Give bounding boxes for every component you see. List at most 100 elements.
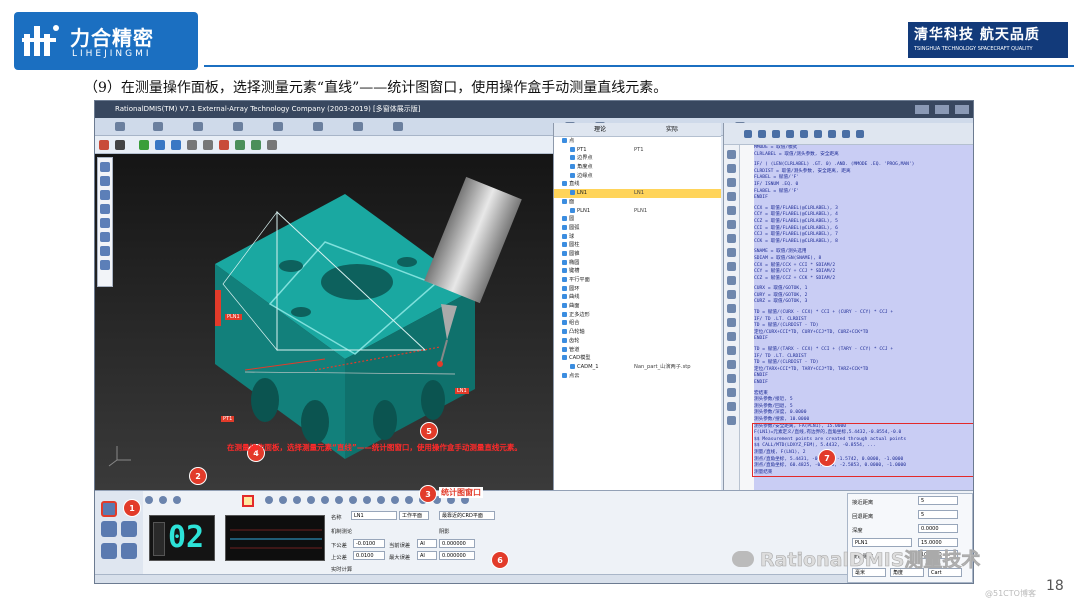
code-tool-icon-7[interactable] xyxy=(727,234,736,243)
home-tab-icon[interactable] xyxy=(115,122,125,131)
section-icon[interactable] xyxy=(203,140,213,150)
tree-row[interactable]: 角度点 xyxy=(554,163,721,172)
realtime-calc-checkbox[interactable]: 实时计算 xyxy=(331,565,352,573)
record-icon[interactable] xyxy=(219,140,229,150)
tree-row[interactable]: 管道 xyxy=(554,346,721,355)
cone-icon[interactable] xyxy=(335,496,343,504)
tree-row[interactable]: 键槽 xyxy=(554,267,721,276)
comment-icon[interactable] xyxy=(842,130,850,138)
step-icon[interactable] xyxy=(786,130,794,138)
tree-row[interactable]: 曲线 xyxy=(554,293,721,302)
shape-tab-icon[interactable] xyxy=(273,122,283,131)
plane-icon[interactable] xyxy=(265,496,273,504)
line-feature-button[interactable] xyxy=(242,495,254,507)
arc-icon[interactable] xyxy=(293,496,301,504)
minimize-button[interactable] xyxy=(915,105,929,114)
tree-row[interactable]: 边界点 xyxy=(554,154,721,163)
probe-tab-icon[interactable] xyxy=(233,122,243,131)
tree-row[interactable]: PT1 PT1 xyxy=(554,146,721,155)
tool-tab-icon[interactable] xyxy=(313,122,323,131)
tree-row[interactable]: LN1 LN1 xyxy=(554,189,721,198)
cad-viewport[interactable]: PLN1 PT1 LN1 4 5 xyxy=(95,154,553,490)
tree-row[interactable]: 圆柱 xyxy=(554,241,721,250)
tree-row[interactable]: CADM_1 Nan_part_山演两子.stp xyxy=(554,363,721,372)
format-icon[interactable] xyxy=(856,130,864,138)
code-tool-icon-16[interactable] xyxy=(727,360,736,369)
tree-row[interactable]: 直线 xyxy=(554,180,721,189)
tree-row[interactable]: 点 xyxy=(554,137,721,146)
probe-icon-4[interactable] xyxy=(100,204,110,214)
code-tool-icon-13[interactable] xyxy=(727,318,736,327)
code-tool-icon-10[interactable] xyxy=(727,276,736,285)
probe-icon-7[interactable] xyxy=(100,246,110,256)
find-icon[interactable] xyxy=(814,130,822,138)
tree-row[interactable]: 正多边形 xyxy=(554,311,721,320)
measure-mode-icon[interactable] xyxy=(101,501,117,517)
tree-row[interactable]: 圆弧 xyxy=(554,224,721,233)
tree-row[interactable]: 点云 xyxy=(554,372,721,381)
ellipse-icon[interactable] xyxy=(349,496,357,504)
code-tool-icon-8[interactable] xyxy=(727,248,736,257)
curve-icon[interactable] xyxy=(391,496,399,504)
probe-icon-8[interactable] xyxy=(100,260,110,270)
probe-icon-2[interactable] xyxy=(100,176,110,186)
point-icon[interactable] xyxy=(145,496,153,504)
upper-tol-input[interactable]: 0.0100 xyxy=(353,551,385,560)
home-view-icon[interactable] xyxy=(99,140,109,150)
code-tool-icon-11[interactable] xyxy=(727,290,736,299)
fit-icon[interactable] xyxy=(187,140,197,150)
tree-row[interactable]: 齿轮 xyxy=(554,337,721,346)
rotate-icon[interactable] xyxy=(139,140,149,150)
tree-row[interactable]: 组合 xyxy=(554,319,721,328)
code-tool-icon-19[interactable] xyxy=(727,402,736,411)
tree-row[interactable]: CAD模型 xyxy=(554,354,721,363)
slot-icon[interactable] xyxy=(363,496,371,504)
probe-icon-3[interactable] xyxy=(100,190,110,200)
table-tab-icon[interactable] xyxy=(193,122,203,131)
construct-icon[interactable] xyxy=(121,521,137,537)
file-tab-icon[interactable] xyxy=(153,122,163,131)
tree-row[interactable]: 平行平面 xyxy=(554,276,721,285)
stop-icon[interactable] xyxy=(800,130,808,138)
axis-icon[interactable] xyxy=(101,543,117,559)
tree-row[interactable]: 凸轮轴 xyxy=(554,328,721,337)
name-input[interactable]: LN1 xyxy=(351,511,397,520)
lower-tol-input[interactable]: -0.0100 xyxy=(353,539,385,548)
approach-input[interactable]: 5 xyxy=(918,496,958,505)
probe-icon-1[interactable] xyxy=(100,162,110,172)
surface-icon[interactable] xyxy=(405,496,413,504)
run-icon[interactable] xyxy=(772,130,780,138)
circle-icon[interactable] xyxy=(279,496,287,504)
code-tool-icon-2[interactable] xyxy=(727,164,736,173)
tree-row[interactable]: 曲面 xyxy=(554,302,721,311)
code-tool-icon-17[interactable] xyxy=(727,374,736,383)
tree-row[interactable]: 圆环 xyxy=(554,285,721,294)
grid-icon[interactable] xyxy=(235,140,245,150)
code-tool-icon-6[interactable] xyxy=(727,220,736,229)
zoom-icon[interactable] xyxy=(155,140,165,150)
close-button[interactable] xyxy=(955,105,969,114)
robot-icon[interactable] xyxy=(121,543,137,559)
save-icon[interactable] xyxy=(744,130,752,138)
tree-row[interactable]: 圆 xyxy=(554,215,721,224)
open-icon[interactable] xyxy=(758,130,766,138)
code-tool-icon-1[interactable] xyxy=(727,150,736,159)
settings-icon[interactable] xyxy=(267,140,277,150)
replace-icon[interactable] xyxy=(828,130,836,138)
torus-icon[interactable] xyxy=(377,496,385,504)
probe-select-icon[interactable] xyxy=(101,521,117,537)
snap-icon[interactable] xyxy=(251,140,261,150)
cursor-icon[interactable] xyxy=(115,140,125,150)
view-tab-icon[interactable] xyxy=(353,122,363,131)
code-tool-icon-14[interactable] xyxy=(727,332,736,341)
code-tool-icon-5[interactable] xyxy=(727,206,736,215)
edge-point-icon[interactable] xyxy=(159,496,167,504)
workplane-button[interactable]: 工作平面 xyxy=(399,511,429,520)
tree-row[interactable]: 面 xyxy=(554,198,721,207)
pan-icon[interactable] xyxy=(171,140,181,150)
angle-point-icon[interactable] xyxy=(173,496,181,504)
code-tool-icon-15[interactable] xyxy=(727,346,736,355)
cylinder-icon[interactable] xyxy=(321,496,329,504)
code-tool-icon-4[interactable] xyxy=(727,192,736,201)
probe-icon-5[interactable] xyxy=(100,218,110,228)
